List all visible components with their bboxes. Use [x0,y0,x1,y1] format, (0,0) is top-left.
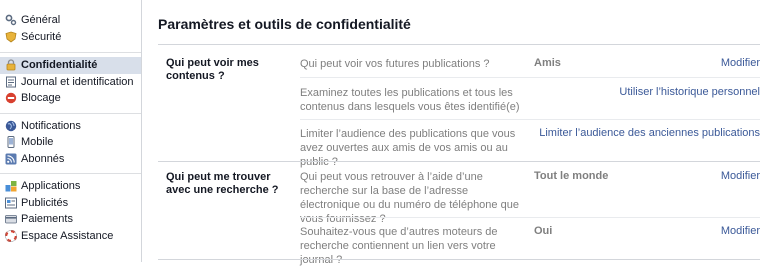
timeline-icon [5,76,17,88]
sidebar-item-label: Paiements [21,213,73,226]
privacy-settings-panel: Paramètres et outils de confidentialité … [142,0,770,266]
section-divider [158,161,760,162]
edit-link[interactable]: Modifier [721,170,760,182]
settings-sidebar: Général Sécurité Confidentialité Journal… [0,0,142,262]
section-heading-who-can-see: Qui peut voir mes contenus ? [166,57,259,82]
sidebar-item-label: Applications [21,180,81,193]
block-icon [5,92,17,104]
sidebar-item-mobile[interactable]: Mobile [0,134,141,151]
gear-icon [5,14,17,26]
sidebar-item-applications[interactable]: Applications [0,178,141,195]
sidebar-item-support[interactable]: Espace Assistance [0,228,141,245]
sidebar-group-apps: Applications Publicités Paiements Espace… [0,174,141,250]
sidebar-group-account: Général Sécurité [0,0,141,53]
row-divider [300,119,760,120]
sidebar-item-label: Publicités [21,196,69,209]
section-heading-who-can-find: Qui peut me trouver avec une recherche ? [166,171,279,196]
sidebar-item-notifications[interactable]: Notifications [0,118,141,135]
setting-value: Amis [534,57,561,69]
shield-icon [5,31,17,43]
setting-question: Limiter l’audience des publications que … [300,128,516,168]
sidebar-item-ads[interactable]: Publicités [0,195,141,212]
ads-icon [5,197,17,209]
setting-value: Tout le monde [534,170,609,182]
section-divider [158,259,760,260]
sidebar-item-followers[interactable]: Abonnés [0,151,141,168]
sidebar-item-label: Notifications [21,119,81,132]
activity-log-link[interactable]: Utiliser l’historique personnel [619,86,760,98]
limit-past-posts-link[interactable]: Limiter l’audience des anciennes publica… [539,127,760,139]
sidebar-item-privacy[interactable]: Confidentialité [0,57,141,74]
sidebar-item-label: Blocage [21,92,61,105]
sidebar-item-security[interactable]: Sécurité [0,29,141,46]
rss-icon [5,153,17,165]
edit-link[interactable]: Modifier [721,57,760,69]
edit-link[interactable]: Modifier [721,225,760,237]
sidebar-item-general[interactable]: Général [0,12,141,29]
sidebar-group-privacy: Confidentialité Journal et identificatio… [0,53,141,114]
sidebar-group-notifications: Notifications Mobile Abonnés [0,114,141,174]
sidebar-item-payments[interactable]: Paiements [0,211,141,228]
sidebar-item-label: Sécurité [21,30,62,43]
mobile-icon [5,136,17,149]
sidebar-item-label: Abonnés [21,152,65,165]
row-divider [300,77,760,78]
sidebar-item-blocking[interactable]: Blocage [0,90,141,107]
page-title: Paramètres et outils de confidentialité [158,16,411,32]
apps-icon [5,180,17,192]
setting-question: Examinez toutes les publications et tous… [300,87,520,113]
sidebar-item-label: Mobile [21,136,54,149]
sidebar-item-label: Espace Assistance [21,229,114,242]
setting-question: Qui peut voir vos futures publications ? [300,58,490,70]
title-divider [158,44,760,45]
globe-icon [5,120,17,132]
sidebar-item-label: Confidentialité [21,59,98,72]
sidebar-item-timeline-tagging[interactable]: Journal et identification [0,74,141,91]
setting-value: Oui [534,225,553,237]
setting-question: Souhaitez-vous que d’autres moteurs de r… [300,226,498,266]
payment-icon [5,213,17,225]
sidebar-item-label: Journal et identification [21,75,134,88]
row-divider [300,217,760,218]
lock-icon [5,59,17,71]
sidebar-item-label: Général [21,14,61,27]
lifebuoy-icon [5,229,17,242]
